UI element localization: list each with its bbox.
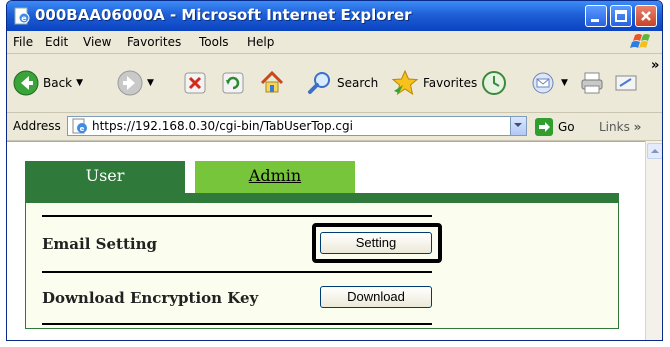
favorites-star-icon	[391, 69, 419, 96]
minimize-button[interactable]	[585, 5, 607, 27]
forward-arrow-icon	[117, 70, 143, 96]
tab-user[interactable]: User	[25, 161, 185, 193]
close-button[interactable]	[635, 5, 657, 27]
back-arrow-icon	[13, 70, 39, 96]
chevron-up-icon	[651, 149, 659, 153]
address-dropdown-button[interactable]	[510, 117, 526, 135]
menu-bar: File Edit View Favorites Tools Help	[7, 31, 662, 54]
maximize-button[interactable]	[610, 5, 632, 27]
menu-edit[interactable]: Edit	[45, 35, 68, 49]
ie-page-icon: e	[14, 7, 30, 25]
search-label: Search	[337, 76, 379, 90]
minimize-icon	[591, 19, 599, 22]
stop-button[interactable]	[183, 54, 207, 112]
close-icon	[641, 11, 651, 21]
download-button[interactable]: Download	[320, 286, 432, 308]
svg-text:e: e	[21, 14, 27, 23]
address-bar: Address e https://192.168.0.30/cgi-bin/T…	[7, 113, 662, 141]
favorites-button[interactable]: Favorites	[391, 54, 477, 112]
vertical-scrollbar[interactable]	[645, 141, 662, 340]
address-input[interactable]: e https://192.168.0.30/cgi-bin/TabUserTo…	[67, 116, 527, 136]
download-encryption-key-label: Download Encryption Key	[42, 289, 259, 307]
chevron-down-icon	[514, 123, 522, 127]
back-dropdown-icon[interactable]: ▼	[76, 78, 83, 88]
tab-user-label: User	[85, 166, 125, 185]
menu-tools[interactable]: Tools	[199, 35, 229, 49]
edit-page-icon	[615, 75, 637, 91]
page-content: User Admin Email Setting Setting Downloa…	[7, 141, 645, 340]
email-setting-button[interactable]: Setting	[320, 232, 432, 254]
scroll-up-button[interactable]	[647, 143, 662, 159]
favorites-label: Favorites	[423, 76, 478, 90]
links-label: Links	[599, 120, 630, 134]
tab-underline-strip	[25, 193, 619, 203]
email-setting-label: Email Setting	[42, 235, 157, 253]
refresh-button[interactable]	[221, 54, 245, 112]
divider-bottom	[42, 323, 432, 325]
toolbar-overflow-chevron[interactable]: »	[651, 58, 659, 73]
divider-top	[42, 215, 432, 217]
menu-view[interactable]: View	[83, 35, 111, 49]
title-bar[interactable]: e 000BAA06000A - Microsoft Internet Expl…	[7, 1, 662, 31]
tab-admin[interactable]: Admin	[195, 161, 355, 193]
mail-icon	[532, 72, 554, 94]
mail-button[interactable]: ▼	[531, 54, 568, 112]
forward-dropdown-icon[interactable]: ▼	[147, 78, 154, 88]
print-button[interactable]	[579, 54, 605, 112]
go-arrow-icon	[535, 118, 553, 136]
svg-text:e: e	[80, 125, 85, 133]
forward-button[interactable]: ▼	[117, 54, 154, 112]
maximize-icon	[615, 10, 627, 22]
go-button[interactable]: Go	[535, 118, 575, 136]
history-button[interactable]	[481, 54, 507, 112]
tab-admin-link[interactable]: Admin	[195, 166, 355, 185]
menu-help[interactable]: Help	[247, 35, 274, 49]
tab-content-box: Email Setting Setting Download Encryptio…	[25, 203, 619, 329]
menu-favorites[interactable]: Favorites	[127, 35, 181, 49]
menu-file[interactable]: File	[13, 35, 33, 49]
home-icon	[260, 70, 284, 93]
back-button[interactable]: Back ▼	[13, 54, 83, 112]
browser-window: e 000BAA06000A - Microsoft Internet Expl…	[6, 0, 663, 341]
page-icon: e	[72, 118, 87, 134]
divider-middle	[42, 271, 432, 273]
mail-dropdown-icon[interactable]: ▼	[561, 78, 568, 88]
back-label: Back	[43, 76, 73, 90]
print-icon	[581, 72, 603, 94]
stop-icon	[184, 72, 206, 94]
standard-toolbar: Back ▼ ▼ Search Favorites ▼ »	[7, 54, 662, 113]
search-button[interactable]: Search	[307, 54, 378, 112]
home-button[interactable]	[259, 54, 285, 112]
address-label: Address	[13, 119, 61, 133]
go-label: Go	[558, 120, 575, 134]
windows-logo-icon	[630, 34, 650, 48]
address-url: https://192.168.0.30/cgi-bin/TabUserTop.…	[92, 119, 353, 133]
search-icon	[308, 72, 330, 94]
settings-panel: User Admin Email Setting Setting Downloa…	[25, 161, 637, 329]
window-title: 000BAA06000A - Microsoft Internet Explor…	[35, 6, 412, 24]
edit-button[interactable]	[613, 54, 639, 112]
refresh-icon	[222, 72, 244, 94]
links-button[interactable]: Links »	[599, 120, 641, 134]
history-icon	[482, 71, 506, 95]
links-overflow-chevron: »	[633, 120, 642, 134]
